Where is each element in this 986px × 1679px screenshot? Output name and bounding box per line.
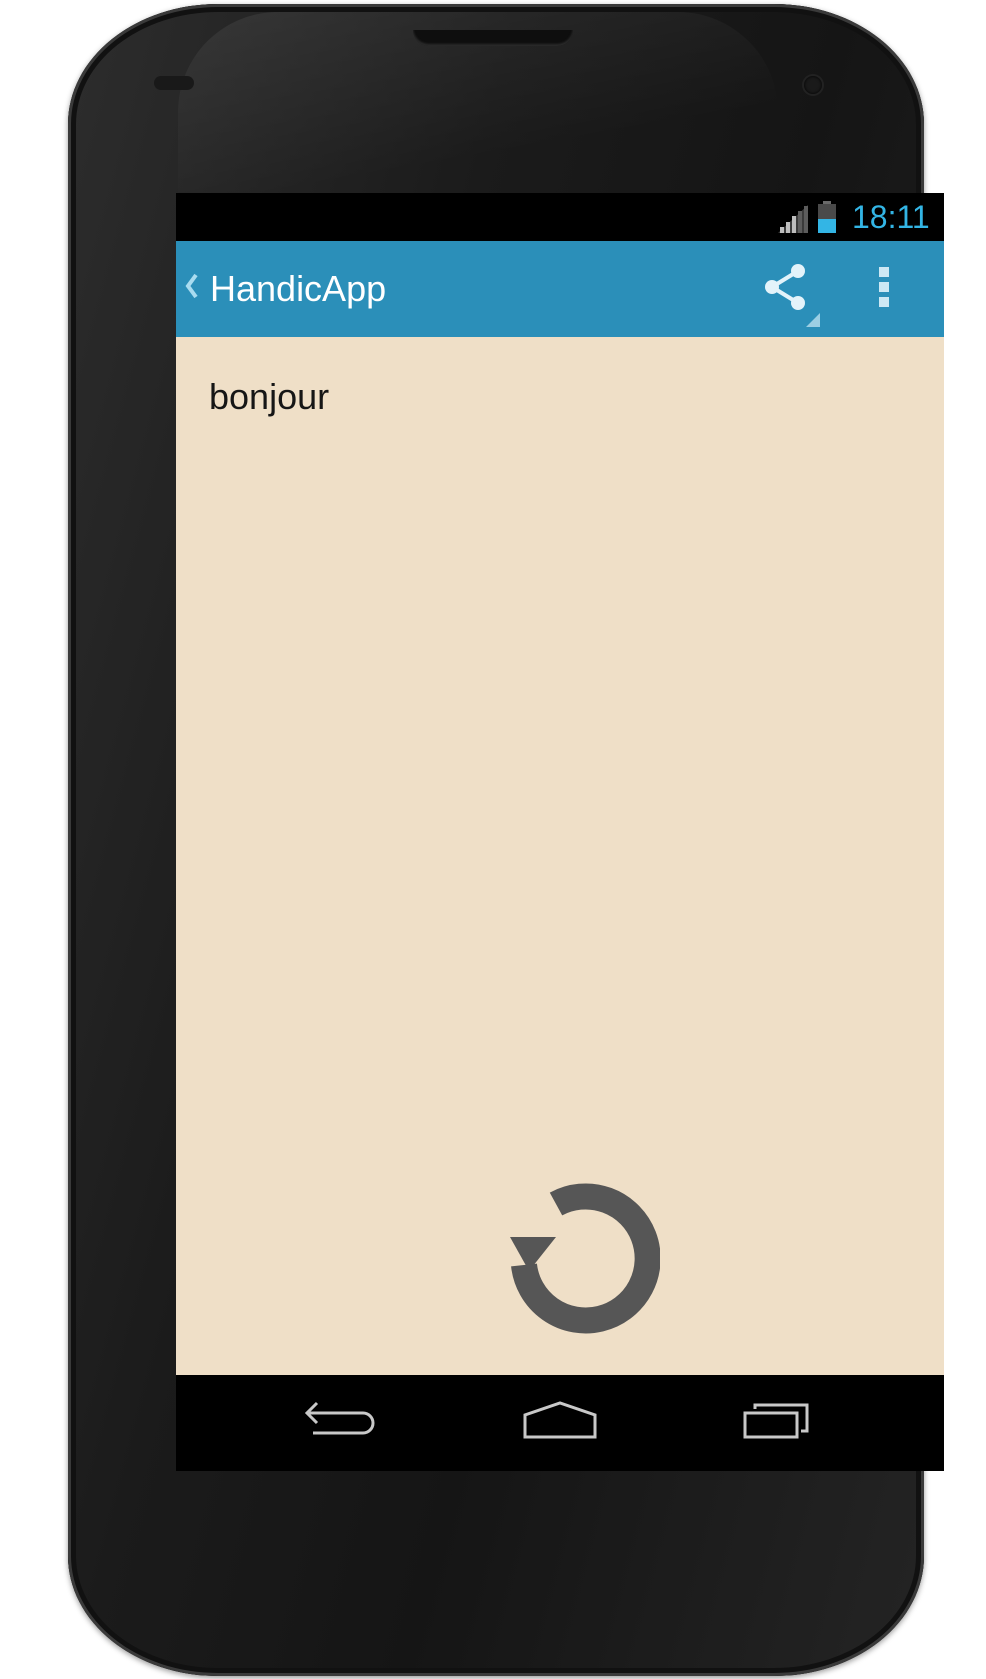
navigation-bar: [176, 1375, 944, 1471]
home-button[interactable]: [505, 1389, 615, 1455]
app-title[interactable]: HandicApp: [210, 267, 386, 311]
refresh-icon: [510, 1183, 661, 1334]
action-bar: HandicApp: [176, 241, 944, 337]
share-button[interactable]: [748, 255, 820, 327]
screen: 18:11 HandicApp bonjour: [176, 193, 944, 1471]
home-icon: [523, 1401, 597, 1439]
up-chevron-icon[interactable]: [184, 269, 200, 303]
back-icon: [304, 1401, 375, 1435]
back-button[interactable]: [279, 1389, 389, 1455]
proximity-sensor: [154, 76, 194, 90]
earpiece-speaker: [413, 30, 573, 46]
overflow-menu-icon: [879, 267, 889, 307]
refresh-button[interactable]: [460, 1147, 661, 1347]
overflow-menu-button[interactable]: [856, 255, 912, 327]
phone-frame: 18:11 HandicApp bonjour: [68, 4, 944, 1676]
battery-icon: [818, 201, 836, 233]
status-bar: 18:11: [176, 193, 944, 241]
status-clock: 18:11: [852, 199, 930, 235]
recents-button[interactable]: [731, 1389, 841, 1455]
message-text: bonjour: [209, 376, 330, 417]
front-camera: [804, 76, 822, 94]
content-area: bonjour: [176, 337, 944, 1375]
signal-icon: [778, 205, 808, 233]
recents-icon: [743, 1403, 809, 1439]
share-icon: [765, 264, 820, 327]
